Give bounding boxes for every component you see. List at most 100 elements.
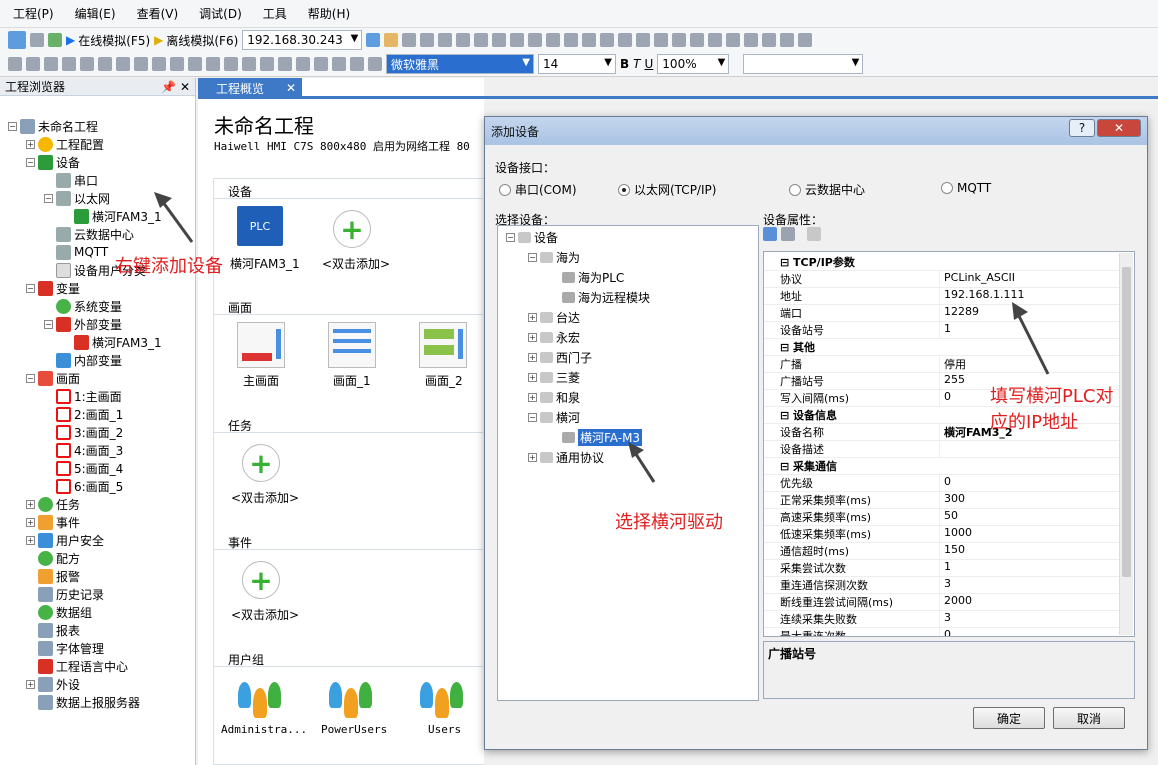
cut-icon[interactable]: [474, 33, 489, 47]
property-row[interactable]: 端口 12289: [764, 305, 1120, 322]
explorer-item[interactable]: 1:主画面: [44, 387, 122, 405]
property-row[interactable]: 协议 PCLink_ASCII: [764, 271, 1120, 288]
group-icon[interactable]: [528, 33, 543, 47]
rotate-icon[interactable]: [798, 33, 813, 47]
explorer-item[interactable]: 配方: [26, 549, 80, 567]
property-value[interactable]: 0: [940, 475, 1120, 492]
copy-icon[interactable]: [492, 33, 507, 47]
explorer-item[interactable]: 6:画面_5: [44, 477, 123, 495]
property-row[interactable]: 广播 停用: [764, 356, 1120, 373]
property-pages-icon[interactable]: [807, 227, 821, 241]
device-tree-item[interactable]: + 台达: [528, 308, 580, 326]
property-value[interactable]: 2000: [940, 594, 1120, 611]
device-tree-item[interactable]: − 设备: [506, 228, 558, 246]
flip-h-icon[interactable]: [762, 33, 777, 47]
users-group-icon[interactable]: [236, 676, 284, 720]
property-value[interactable]: 1: [940, 560, 1120, 577]
close-button[interactable]: ✕: [1097, 119, 1141, 137]
pin-close-icons[interactable]: 📌 ✕: [161, 80, 190, 94]
line-icon[interactable]: [80, 57, 94, 71]
explorer-item[interactable]: 串口: [44, 171, 98, 189]
explorer-item[interactable]: + 任务: [26, 495, 80, 513]
explorer-item[interactable]: 2:画面_1: [44, 405, 123, 423]
property-row[interactable]: 正常采集频率(ms) 300: [764, 492, 1120, 509]
property-value[interactable]: 0: [940, 628, 1120, 636]
property-row[interactable]: 设备描述: [764, 441, 1120, 458]
pie-icon[interactable]: [152, 57, 166, 71]
paste-icon[interactable]: [510, 33, 525, 47]
menu-view[interactable]: 查看(V): [129, 0, 187, 28]
pen-icon[interactable]: [170, 57, 184, 71]
property-value[interactable]: 1000: [940, 526, 1120, 543]
download-icon[interactable]: [48, 33, 62, 47]
explorer-item[interactable]: 4:画面_3: [44, 441, 123, 459]
device-tree-item[interactable]: − 海为: [528, 248, 580, 266]
explorer-item[interactable]: 数据组: [26, 603, 92, 621]
flip-v-icon[interactable]: [780, 33, 795, 47]
screen-thumb-2[interactable]: [419, 322, 467, 368]
explorer-item[interactable]: − 未命名工程: [8, 117, 98, 135]
explorer-item[interactable]: 3:画面_2: [44, 423, 123, 441]
explorer-item[interactable]: + 外设: [26, 675, 80, 693]
shape-icon[interactable]: [206, 57, 220, 71]
collapse-icon[interactable]: −: [8, 121, 17, 131]
explorer-item[interactable]: + 用户安全: [26, 531, 104, 549]
property-row[interactable]: 通信超时(ms) 150: [764, 543, 1120, 560]
explorer-item[interactable]: + 工程配置: [26, 135, 104, 153]
fill-color-icon[interactable]: [278, 57, 292, 71]
collapse-icon[interactable]: −: [44, 319, 53, 329]
expand-icon[interactable]: +: [528, 312, 537, 322]
device-tree-item[interactable]: + 通用协议: [528, 448, 604, 466]
explorer-item[interactable]: 横河FAM3_1: [62, 333, 162, 351]
same-size-icon[interactable]: [744, 33, 759, 47]
users-group-icon[interactable]: [418, 676, 466, 720]
expand-icon[interactable]: +: [26, 499, 35, 509]
hand-icon[interactable]: [224, 57, 238, 71]
device-tree-item[interactable]: + 三菱: [528, 368, 580, 386]
screen-thumb-main[interactable]: [237, 322, 285, 368]
property-value[interactable]: 50: [940, 509, 1120, 526]
add-event-icon[interactable]: +: [242, 561, 280, 599]
property-row[interactable]: 优先级 0: [764, 475, 1120, 492]
collapse-icon[interactable]: −: [528, 412, 537, 422]
device-tree-item[interactable]: − 横河: [528, 408, 580, 426]
collapse-icon[interactable]: −: [26, 157, 35, 167]
explorer-item[interactable]: − 以太网: [44, 189, 110, 207]
plc-device-icon[interactable]: PLC: [237, 206, 283, 246]
explorer-item[interactable]: − 设备: [26, 153, 80, 171]
arc-icon[interactable]: [134, 57, 148, 71]
menu-help[interactable]: 帮助(H): [300, 0, 358, 28]
radio-serial[interactable]: 串口(COM): [499, 181, 577, 198]
explorer-item[interactable]: − 画面: [26, 369, 80, 387]
align-bottom-icon[interactable]: [654, 33, 669, 47]
upload-icon[interactable]: [366, 33, 381, 47]
expand-icon[interactable]: +: [528, 372, 537, 382]
align-left-icon[interactable]: [564, 33, 579, 47]
expand-icon[interactable]: +: [26, 139, 35, 149]
sort-az-icon[interactable]: [781, 227, 795, 241]
explorer-item[interactable]: 内部变量: [44, 351, 122, 369]
property-row[interactable]: 高速采集频率(ms) 50: [764, 509, 1120, 526]
collapse-icon[interactable]: −: [44, 193, 53, 203]
property-value[interactable]: 150: [940, 543, 1120, 560]
radio-mqtt[interactable]: MQTT: [941, 181, 991, 195]
text-icon[interactable]: [188, 57, 202, 71]
underline-button[interactable]: U: [645, 57, 654, 71]
property-row[interactable]: 断线重连尝试间隔(ms) 2000: [764, 594, 1120, 611]
screen-icon[interactable]: [420, 33, 435, 47]
explorer-item[interactable]: 工程语言中心: [26, 657, 128, 675]
property-value[interactable]: 3: [940, 611, 1120, 628]
ungroup-icon[interactable]: [546, 33, 561, 47]
property-value[interactable]: [940, 441, 1120, 458]
explorer-item[interactable]: MQTT: [44, 243, 108, 261]
device-tree-item[interactable]: 海为PLC: [550, 268, 624, 286]
zoom-in-icon[interactable]: [242, 57, 256, 71]
expand-icon[interactable]: +: [528, 352, 537, 362]
screen-thumb-1[interactable]: [328, 322, 376, 368]
property-value[interactable]: PCLink_ASCII: [940, 271, 1120, 288]
distribute-v-icon[interactable]: [690, 33, 705, 47]
cancel-button[interactable]: 取消: [1053, 707, 1125, 729]
transfer-icon[interactable]: [384, 33, 399, 47]
pointer-alt-icon[interactable]: [26, 57, 40, 71]
collapse-icon[interactable]: −: [26, 283, 35, 293]
